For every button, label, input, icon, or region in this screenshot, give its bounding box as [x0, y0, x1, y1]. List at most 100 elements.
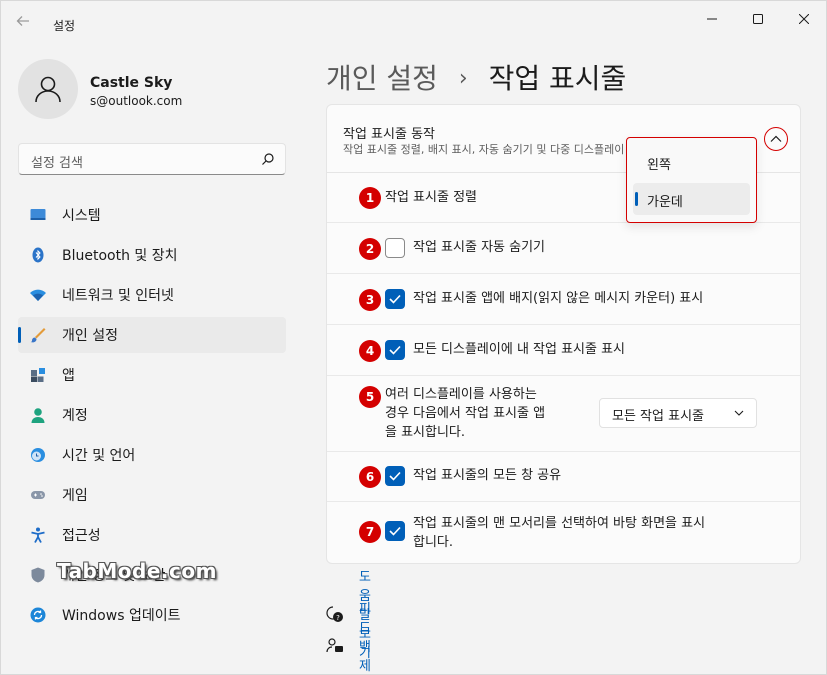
help-icon: ? [326, 606, 343, 622]
breadcrumb: 개인 설정 › 작업 표시줄 [326, 57, 626, 97]
badges-checkbox[interactable] [385, 289, 405, 309]
back-button[interactable] [15, 13, 35, 33]
privacy-shield-icon [31, 567, 45, 583]
setting-label: 작업 표시줄 자동 숨기기 [413, 240, 545, 255]
back-arrow-icon [16, 16, 29, 26]
step-badge: 3 [359, 289, 381, 311]
checkmark-icon [389, 471, 401, 481]
step-badge: 1 [359, 187, 381, 209]
sidebar-item-label: 네트워크 및 인터넷 [62, 288, 174, 304]
chevron-down-icon [734, 410, 744, 416]
personalization-icon [30, 328, 46, 343]
accessibility-icon [31, 527, 45, 543]
app-title: 설정 [53, 19, 76, 33]
setting-label: 모든 디스플레이에 내 작업 표시줄 표시 [413, 342, 626, 357]
section-subtitle: 작업 표시줄 정렬, 배지 표시, 자동 숨기기 및 다중 디스플레이 [343, 143, 625, 156]
label-line: 경우 다음에서 작업 표시줄 앱 [385, 406, 546, 421]
step-badge: 7 [359, 521, 381, 543]
step-badge: 5 [359, 386, 381, 408]
label-line: 여러 디스플레이를 사용하는 [385, 387, 537, 402]
setting-row-show-desktop: 7 작업 표시줄의 맨 모서리를 선택하여 바탕 화면을 표시 합니다. [327, 502, 800, 563]
gaming-icon [31, 491, 45, 499]
sidebar-item-label: 게임 [62, 488, 88, 504]
minimize-button[interactable] [689, 7, 735, 31]
sidebar-item-personalization[interactable]: 개인 설정 [18, 317, 286, 353]
setting-row-multi-display: 5 여러 디스플레이를 사용하는 경우 다음에서 작업 표시줄 앱 을 표시합니… [327, 376, 800, 452]
settings-window: 설정 Castle Sky s@outlook.com 설정 검색 시스템 Bl… [0, 0, 827, 675]
minimize-icon [707, 18, 717, 20]
search-placeholder: 설정 검색 [31, 156, 83, 171]
sidebar-item-gaming[interactable]: 게임 [18, 477, 286, 513]
accounts-icon [31, 408, 45, 423]
sidebar-item-system[interactable]: 시스템 [18, 197, 286, 233]
setting-row-all-displays: 4 모든 디스플레이에 내 작업 표시줄 표시 [327, 325, 800, 376]
breadcrumb-parent[interactable]: 개인 설정 [326, 62, 438, 95]
help-label: 피드백 제공 [359, 601, 371, 674]
multi-display-dropdown[interactable]: 모든 작업 표시줄 [599, 398, 757, 428]
sidebar-item-label: 앱 [62, 368, 75, 384]
user-email: s@outlook.com [90, 94, 183, 108]
search-icon [262, 153, 274, 165]
setting-label: 작업 표시줄 앱에 배지(읽지 않은 메시지 카운터) 표시 [413, 291, 704, 306]
sidebar-item-apps[interactable]: 앱 [18, 357, 286, 393]
title-bar: 설정 [1, 1, 826, 41]
step-badge: 4 [359, 340, 381, 362]
label-line: 합니다. [413, 535, 454, 550]
dropdown-value: 모든 작업 표시줄 [612, 409, 704, 424]
feedback-icon [326, 638, 343, 653]
sidebar-item-accounts[interactable]: 계정 [18, 397, 286, 433]
sidebar-item-windows-update[interactable]: Windows 업데이트 [18, 597, 286, 633]
show-desktop-checkbox[interactable] [385, 521, 405, 541]
sidebar-item-accessibility[interactable]: 접근성 [18, 517, 286, 553]
sidebar-item-label: 개인 설정 [62, 328, 118, 344]
setting-label: 작업 표시줄의 맨 모서리를 선택하여 바탕 화면을 표시 합니다. [413, 514, 705, 552]
sidebar-item-label: 시스템 [62, 208, 101, 224]
sidebar-item-label: Windows 업데이트 [62, 608, 181, 624]
alignment-popup-menu: 왼쪽 가운데 [626, 137, 757, 223]
checkmark-icon [389, 294, 401, 304]
watermark: TabMode.com [57, 559, 217, 583]
setting-row-badges: 3 작업 표시줄 앱에 배지(읽지 않은 메시지 카운터) 표시 [327, 274, 800, 325]
bluetooth-icon [32, 247, 44, 263]
maximize-icon [753, 14, 763, 24]
all-displays-checkbox[interactable] [385, 340, 405, 360]
sidebar-item-label: 접근성 [62, 528, 101, 544]
windows-update-icon [30, 607, 46, 623]
alignment-option-center[interactable]: 가운데 [633, 183, 750, 215]
chevron-up-icon [770, 135, 782, 142]
close-button[interactable] [781, 7, 827, 31]
setting-row-share-windows: 6 작업 표시줄의 모든 창 공유 [327, 452, 800, 502]
share-windows-checkbox[interactable] [385, 466, 405, 486]
step-badge: 6 [359, 466, 381, 488]
breadcrumb-separator: › [458, 66, 468, 91]
person-icon [35, 76, 61, 103]
settings-search-input[interactable]: 설정 검색 [18, 143, 286, 175]
close-icon [799, 14, 809, 24]
sidebar-item-time-language[interactable]: 시간 및 언어 [18, 437, 286, 473]
sidebar-item-label: Bluetooth 및 장치 [62, 248, 178, 264]
maximize-button[interactable] [735, 7, 781, 31]
checkmark-icon [389, 345, 401, 355]
system-icon [30, 209, 46, 220]
setting-label: 작업 표시줄 정렬 [385, 190, 477, 205]
collapse-button[interactable] [764, 127, 788, 151]
setting-label: 여러 디스플레이를 사용하는 경우 다음에서 작업 표시줄 앱 을 표시합니다. [385, 385, 545, 442]
checkmark-icon [389, 526, 401, 536]
sidebar-item-network[interactable]: 네트워크 및 인터넷 [18, 277, 286, 313]
auto-hide-checkbox[interactable] [385, 238, 405, 258]
alignment-option-left[interactable]: 왼쪽 [633, 146, 750, 178]
option-label: 가운데 [647, 195, 683, 210]
time-language-icon [31, 448, 45, 462]
setting-label: 작업 표시줄의 모든 창 공유 [413, 468, 562, 483]
svg-text:?: ? [336, 614, 340, 622]
user-name: Castle Sky [90, 75, 173, 91]
network-icon [30, 289, 46, 301]
sidebar-item-bluetooth[interactable]: Bluetooth 및 장치 [18, 237, 286, 273]
label-line: 을 표시합니다. [385, 425, 466, 440]
option-label: 왼쪽 [647, 158, 671, 173]
sidebar-item-label: 계정 [62, 408, 88, 424]
user-profile[interactable]: Castle Sky s@outlook.com [18, 59, 288, 119]
page-title: 작업 표시줄 [488, 62, 627, 95]
label-line: 작업 표시줄의 맨 모서리를 선택하여 바탕 화면을 표시 [413, 516, 706, 531]
step-badge: 2 [359, 238, 381, 260]
